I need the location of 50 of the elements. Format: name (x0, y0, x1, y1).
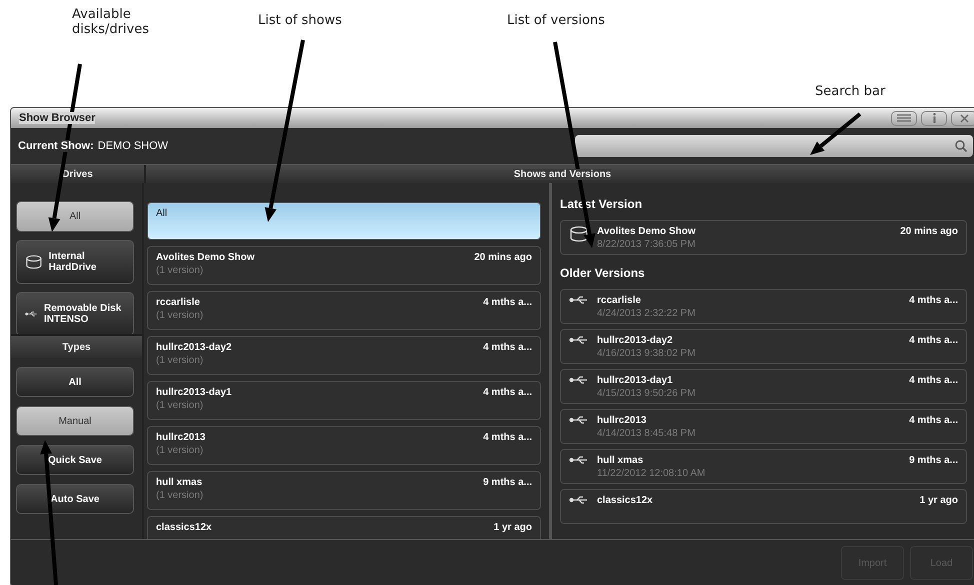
type-button[interactable]: Quick Save (16, 445, 134, 475)
show-item[interactable]: hullrc2013-day1 (1 version) 4 mths a... (147, 381, 541, 420)
usb-icon (569, 455, 589, 465)
version-item[interactable]: hull xmas 11/22/2012 12:08:10 AM 9 mths a... (560, 449, 967, 484)
usb-icon (569, 335, 589, 345)
usb-icon (569, 415, 589, 425)
show-item[interactable]: hullrc2013-day2 (1 version) 4 mths a... (147, 336, 541, 375)
search-field[interactable] (575, 135, 973, 157)
show-item[interactable]: rccarlisle (1 version) 4 mths a... (147, 291, 541, 330)
show-item[interactable]: Avolites Demo Show (1 version) 20 mins ago (147, 246, 541, 285)
menu-icon (897, 114, 911, 122)
callout-arrow (810, 112, 862, 155)
drive-button[interactable]: Removable Disk INTENSO (16, 292, 134, 334)
info-icon (932, 113, 936, 123)
callout-label: List of versions (507, 14, 605, 29)
disk-icon (25, 254, 43, 270)
version-item[interactable]: hullrc2013-day1 4/15/2013 9:50:26 PM 4 mths a... (560, 369, 967, 404)
show-item[interactable]: classics12x 1 yr ago (147, 516, 541, 539)
callout-label: Available disks/drives (72, 8, 150, 38)
show-item[interactable]: hullrc2013 (1 version) 4 mths a... (147, 426, 541, 465)
show-item[interactable]: hull xmas (1 version) 9 mths a... (147, 471, 541, 510)
close-icon (960, 114, 968, 122)
column-header: Drives (11, 165, 146, 183)
section-heading: Older Versions (560, 265, 646, 282)
usb-icon (25, 309, 38, 319)
usb-icon (569, 375, 589, 385)
current-show-text: Current Show: DEMO SHOW (18, 140, 168, 152)
callout-label: List of shows (258, 14, 342, 29)
version-item[interactable]: hullrc2013 4/14/2013 8:45:48 PM 4 mths a... (560, 409, 967, 444)
version-item[interactable]: classics12x 1 yr ago (560, 489, 967, 524)
show-item[interactable]: All (147, 202, 541, 240)
type-button[interactable]: All (16, 367, 134, 397)
version-item[interactable]: hullrc2013-day2 4/16/2013 9:38:02 PM 4 mths a... (560, 329, 967, 364)
drive-button[interactable]: Internal HardDrive (16, 240, 134, 284)
window-title: Show Browser (19, 112, 96, 124)
type-button[interactable]: Manual (16, 406, 134, 436)
usb-icon (569, 295, 589, 305)
version-item[interactable]: Avolites Demo Show 8/22/2013 7:36:05 PM 20 mins ago (560, 220, 967, 255)
close-button[interactable] (951, 110, 974, 126)
drive-button[interactable]: All (16, 201, 134, 232)
info-button[interactable] (921, 110, 947, 126)
search-icon (955, 140, 967, 152)
section-header: Types (11, 334, 142, 358)
menu-button[interactable] (891, 110, 917, 126)
version-item[interactable]: rccarlisle 4/24/2013 2:32:22 PM 4 mths a... (560, 289, 967, 324)
disk-icon (569, 226, 589, 242)
usb-icon (569, 495, 589, 505)
column-header: Shows and Versions (514, 168, 612, 180)
callout-label: Search bar (815, 85, 886, 100)
type-button[interactable]: Auto Save (16, 484, 134, 514)
